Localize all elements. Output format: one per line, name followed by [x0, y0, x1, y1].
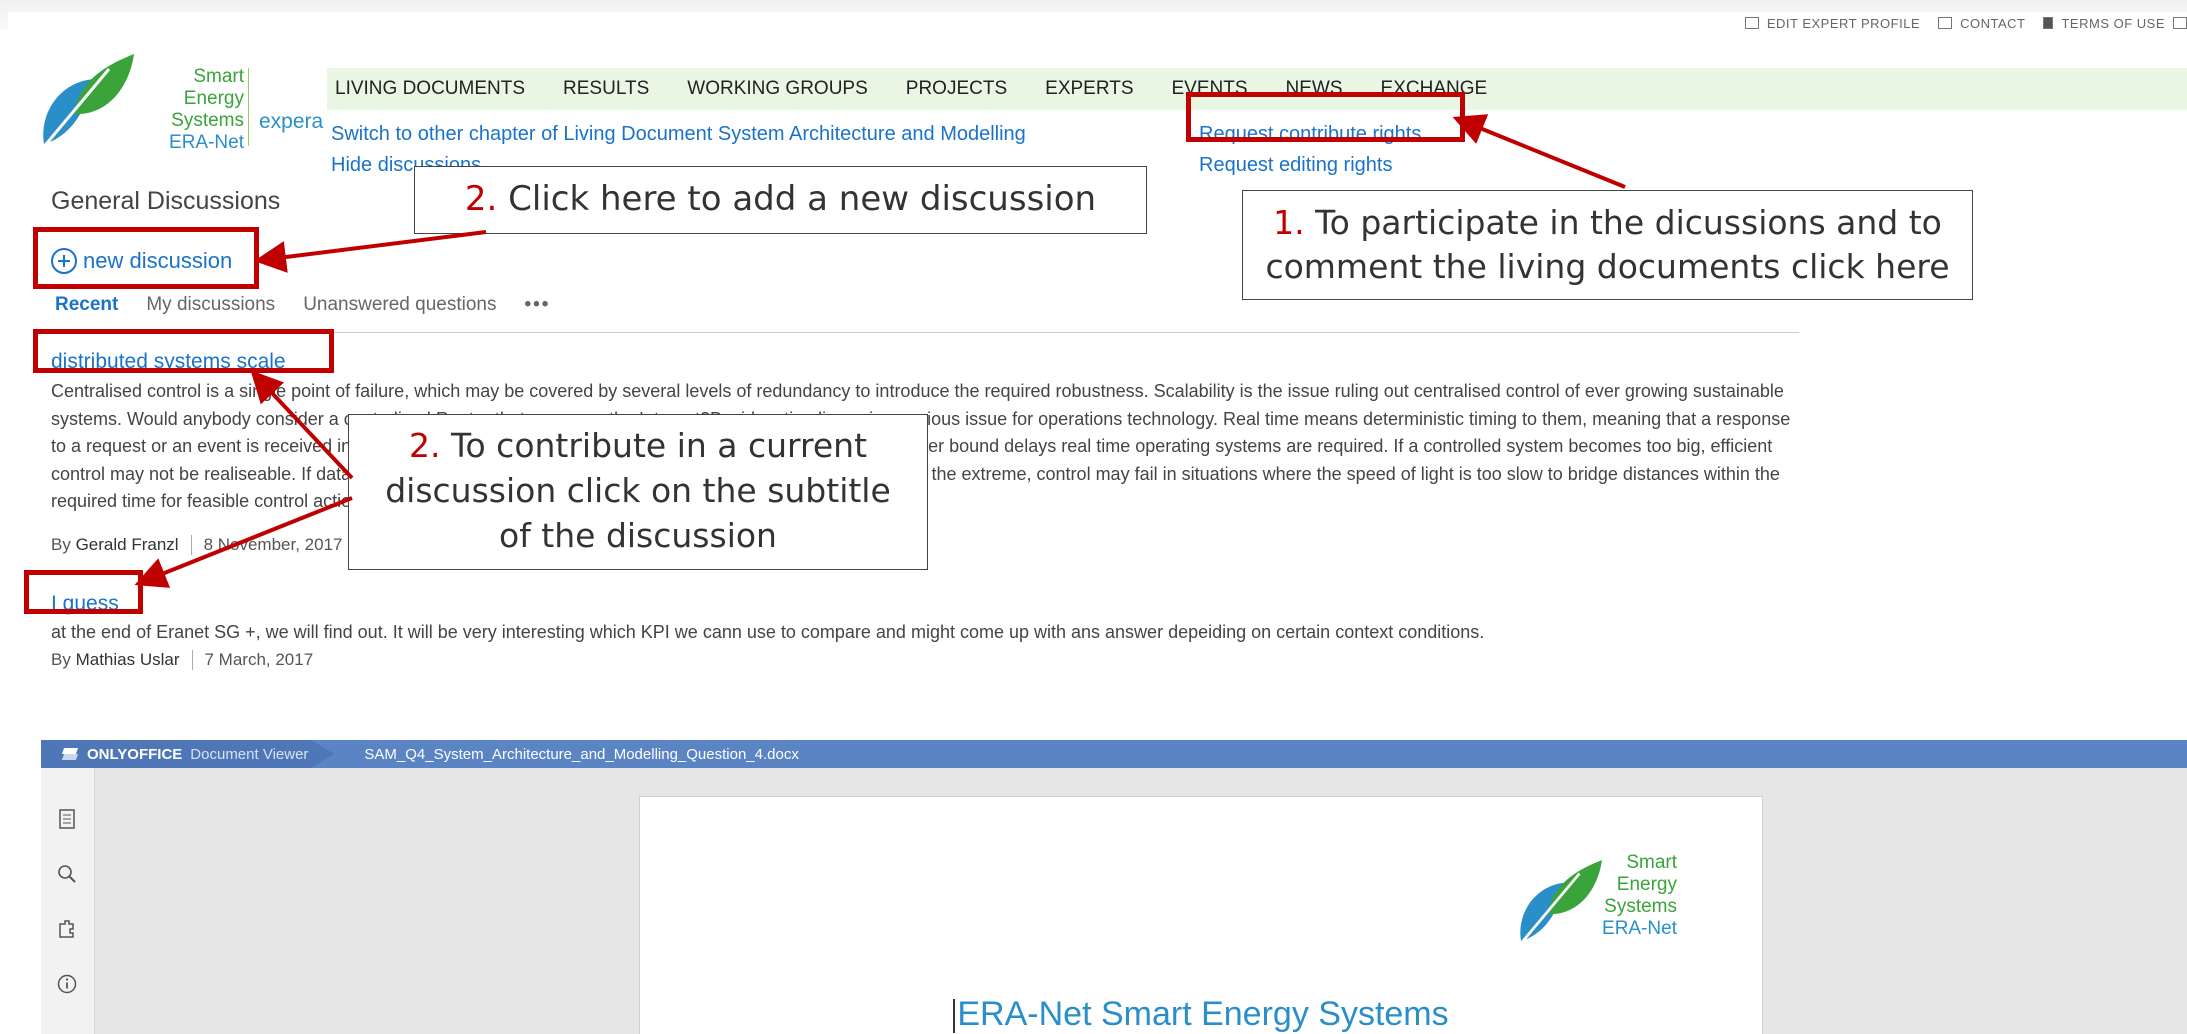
nav-results[interactable]: RESULTS	[563, 78, 649, 100]
document-page: Smart Energy Systems ERA-Net ERA-Net Sma…	[639, 796, 1763, 1034]
highlight-discussion-title-2	[24, 570, 143, 614]
site-logo[interactable]: Smart Energy Systems ERA-Net expera	[34, 54, 323, 158]
discussion-meta-2: By Mathias Uslar 7 March, 2017	[51, 650, 314, 670]
highlight-new-discussion	[33, 227, 259, 289]
contact-link[interactable]: CONTACT	[1938, 16, 2025, 31]
document-viewer-header: ONLYOFFICE Document Viewer SAM_Q4_System…	[41, 740, 2187, 768]
tab-my-discussions[interactable]: My discussions	[146, 294, 275, 316]
window-icon[interactable]	[2173, 17, 2187, 29]
document-viewer: Smart Energy Systems ERA-Net ERA-Net Sma…	[41, 768, 2187, 1034]
nav-projects[interactable]: PROJECTS	[906, 78, 1007, 100]
more-tabs-button[interactable]: •••	[524, 294, 550, 316]
discussion-body-2: at the end of Eranet SG +, we will find …	[51, 622, 1485, 642]
mail-icon	[1938, 17, 1953, 29]
nav-experts[interactable]: EXPERTS	[1045, 78, 1133, 100]
viewer-sidebar	[41, 768, 95, 1034]
highlight-discussion-title-1	[33, 329, 334, 373]
tab-recent[interactable]: Recent	[55, 294, 118, 316]
terms-link[interactable]: TERMS OF USE	[2043, 16, 2187, 31]
meta-divider	[191, 650, 193, 670]
edit-profile-link[interactable]: EDIT EXPERT PROFILE	[1744, 16, 1920, 31]
logo-divider	[248, 68, 249, 146]
discussions-title: General Discussions	[51, 187, 281, 215]
leaf-logo-icon	[1518, 860, 1602, 947]
search-icon[interactable]	[56, 863, 78, 885]
plugins-icon[interactable]	[56, 918, 78, 940]
logo-expera: expera	[259, 110, 324, 133]
discussion-meta-1: By Gerald Franzl 8 November, 2017	[51, 535, 343, 555]
onlyoffice-logo-icon	[61, 748, 79, 760]
discussion-tabs: Recent My discussions Unanswered questio…	[55, 294, 550, 316]
document-icon	[2043, 17, 2054, 29]
highlight-request-contribute	[1186, 92, 1465, 142]
edit-icon	[1744, 17, 1759, 29]
author-link[interactable]: Gerald Franzl	[76, 535, 179, 555]
nav-living-documents[interactable]: LIVING DOCUMENTS	[335, 78, 525, 100]
request-editing-link[interactable]: Request editing rights	[1199, 150, 1421, 181]
leaf-logo-icon	[40, 54, 134, 150]
logo-text: Smart Energy Systems ERA-Net	[169, 66, 244, 153]
document-logo: Smart Energy Systems ERA-Net	[1507, 852, 1677, 947]
author-link[interactable]: Mathias Uslar	[76, 650, 180, 670]
discussion-date: 7 March, 2017	[204, 650, 314, 669]
viewer-brand: ONLYOFFICE Document Viewer	[41, 740, 335, 768]
annotation-participate: 1. To participate in the dicussions and …	[1242, 190, 1973, 300]
discussion-date: 8 November, 2017	[203, 535, 343, 554]
text-cursor	[953, 999, 956, 1034]
document-outline-icon[interactable]	[56, 808, 78, 830]
meta-divider	[190, 535, 192, 555]
document-logo-text: Smart Energy Systems ERA-Net	[1602, 852, 1677, 939]
tab-unanswered[interactable]: Unanswered questions	[303, 294, 496, 316]
annotation-new-discussion: 2. Click here to add a new discussion	[414, 166, 1147, 234]
top-links: EDIT EXPERT PROFILE CONTACT TERMS OF USE	[1744, 12, 2187, 34]
viewer-filename: SAM_Q4_System_Architecture_and_Modelling…	[364, 745, 799, 763]
info-icon[interactable]	[56, 973, 78, 995]
annotation-current-discussion: 2. To contribute in a current discussion…	[348, 414, 928, 570]
switch-chapter-link[interactable]: Switch to other chapter of Living Docume…	[331, 119, 1026, 150]
nav-working-groups[interactable]: WORKING GROUPS	[687, 78, 868, 100]
document-title: ERA-Net Smart Energy Systems	[640, 995, 1762, 1034]
